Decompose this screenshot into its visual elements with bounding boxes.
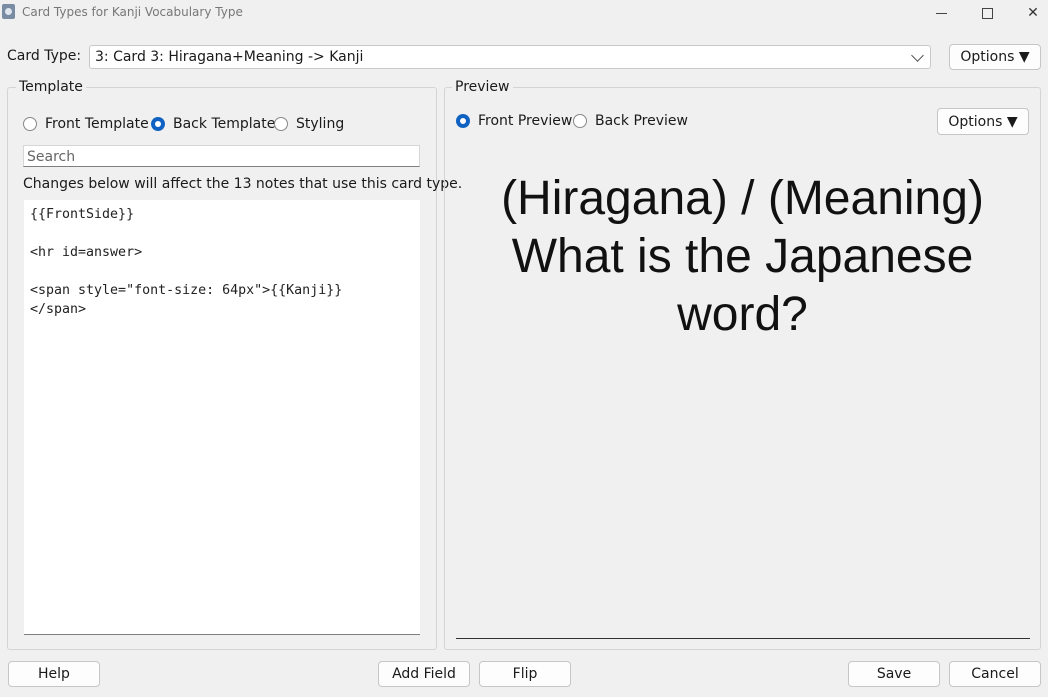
editor-line: <hr id=answer>: [30, 245, 143, 260]
chevron-down-icon: [911, 49, 924, 62]
save-button[interactable]: Save: [848, 661, 940, 687]
card-preview: (Hiragana) / (Meaning) What is the Japan…: [460, 170, 1025, 344]
affected-notes-notice: Changes below will affect the 13 notes t…: [23, 176, 463, 192]
card-type-value: 3: Card 3: Hiragana+Meaning -> Kanji: [95, 49, 364, 65]
front-preview-label: Front Preview: [478, 113, 573, 129]
styling-radio[interactable]: Styling: [274, 116, 344, 132]
preview-line: What is the Japanese: [511, 230, 974, 283]
search-input[interactable]: Search: [23, 145, 420, 167]
card-type-select[interactable]: 3: Card 3: Hiragana+Meaning -> Kanji: [89, 45, 931, 69]
front-template-radio[interactable]: Front Template: [23, 116, 149, 132]
back-preview-radio[interactable]: Back Preview: [573, 113, 688, 129]
minimize-icon: [935, 12, 947, 14]
radio-unchecked-icon: [23, 117, 37, 131]
radio-checked-icon: [151, 117, 165, 131]
maximize-icon: [981, 7, 993, 19]
preview-divider: [456, 638, 1030, 639]
maximize-button[interactable]: [964, 0, 1010, 26]
title-bar: Card Types for Kanji Vocabulary Type ✕: [0, 0, 1048, 26]
radio-unchecked-icon: [573, 114, 587, 128]
minimize-button[interactable]: [918, 0, 964, 26]
template-group-title: Template: [16, 79, 86, 95]
preview-line: word?: [677, 288, 808, 341]
close-button[interactable]: ✕: [1010, 0, 1048, 26]
card-type-label: Card Type:: [7, 48, 82, 64]
back-template-radio[interactable]: Back Template: [151, 116, 275, 132]
window-title: Card Types for Kanji Vocabulary Type: [22, 5, 243, 19]
help-button[interactable]: Help: [8, 661, 100, 687]
cancel-button[interactable]: Cancel: [949, 661, 1041, 687]
front-template-label: Front Template: [45, 116, 149, 132]
radio-checked-icon: [456, 114, 470, 128]
radio-unchecked-icon: [274, 117, 288, 131]
preview-options-button[interactable]: Options ▼: [937, 108, 1029, 135]
back-template-label: Back Template: [173, 116, 276, 132]
close-icon: ✕: [1027, 5, 1039, 21]
preview-group-title: Preview: [452, 79, 513, 95]
back-preview-label: Back Preview: [595, 113, 688, 129]
app-icon: [2, 4, 15, 19]
editor-line: <span style="font-size: 64px">{{Kanji}}: [30, 283, 343, 298]
styling-label: Styling: [296, 116, 345, 132]
editor-line: </span>: [30, 302, 87, 317]
preview-line: (Hiragana) / (Meaning): [501, 172, 984, 225]
card-type-options-button[interactable]: Options ▼: [949, 44, 1041, 70]
editor-line: {{FrontSide}}: [30, 207, 135, 222]
template-editor[interactable]: {{FrontSide}} <hr id=answer> <span style…: [24, 200, 420, 635]
front-preview-radio[interactable]: Front Preview: [456, 113, 572, 129]
flip-button[interactable]: Flip: [479, 661, 571, 687]
add-field-button[interactable]: Add Field: [378, 661, 470, 687]
